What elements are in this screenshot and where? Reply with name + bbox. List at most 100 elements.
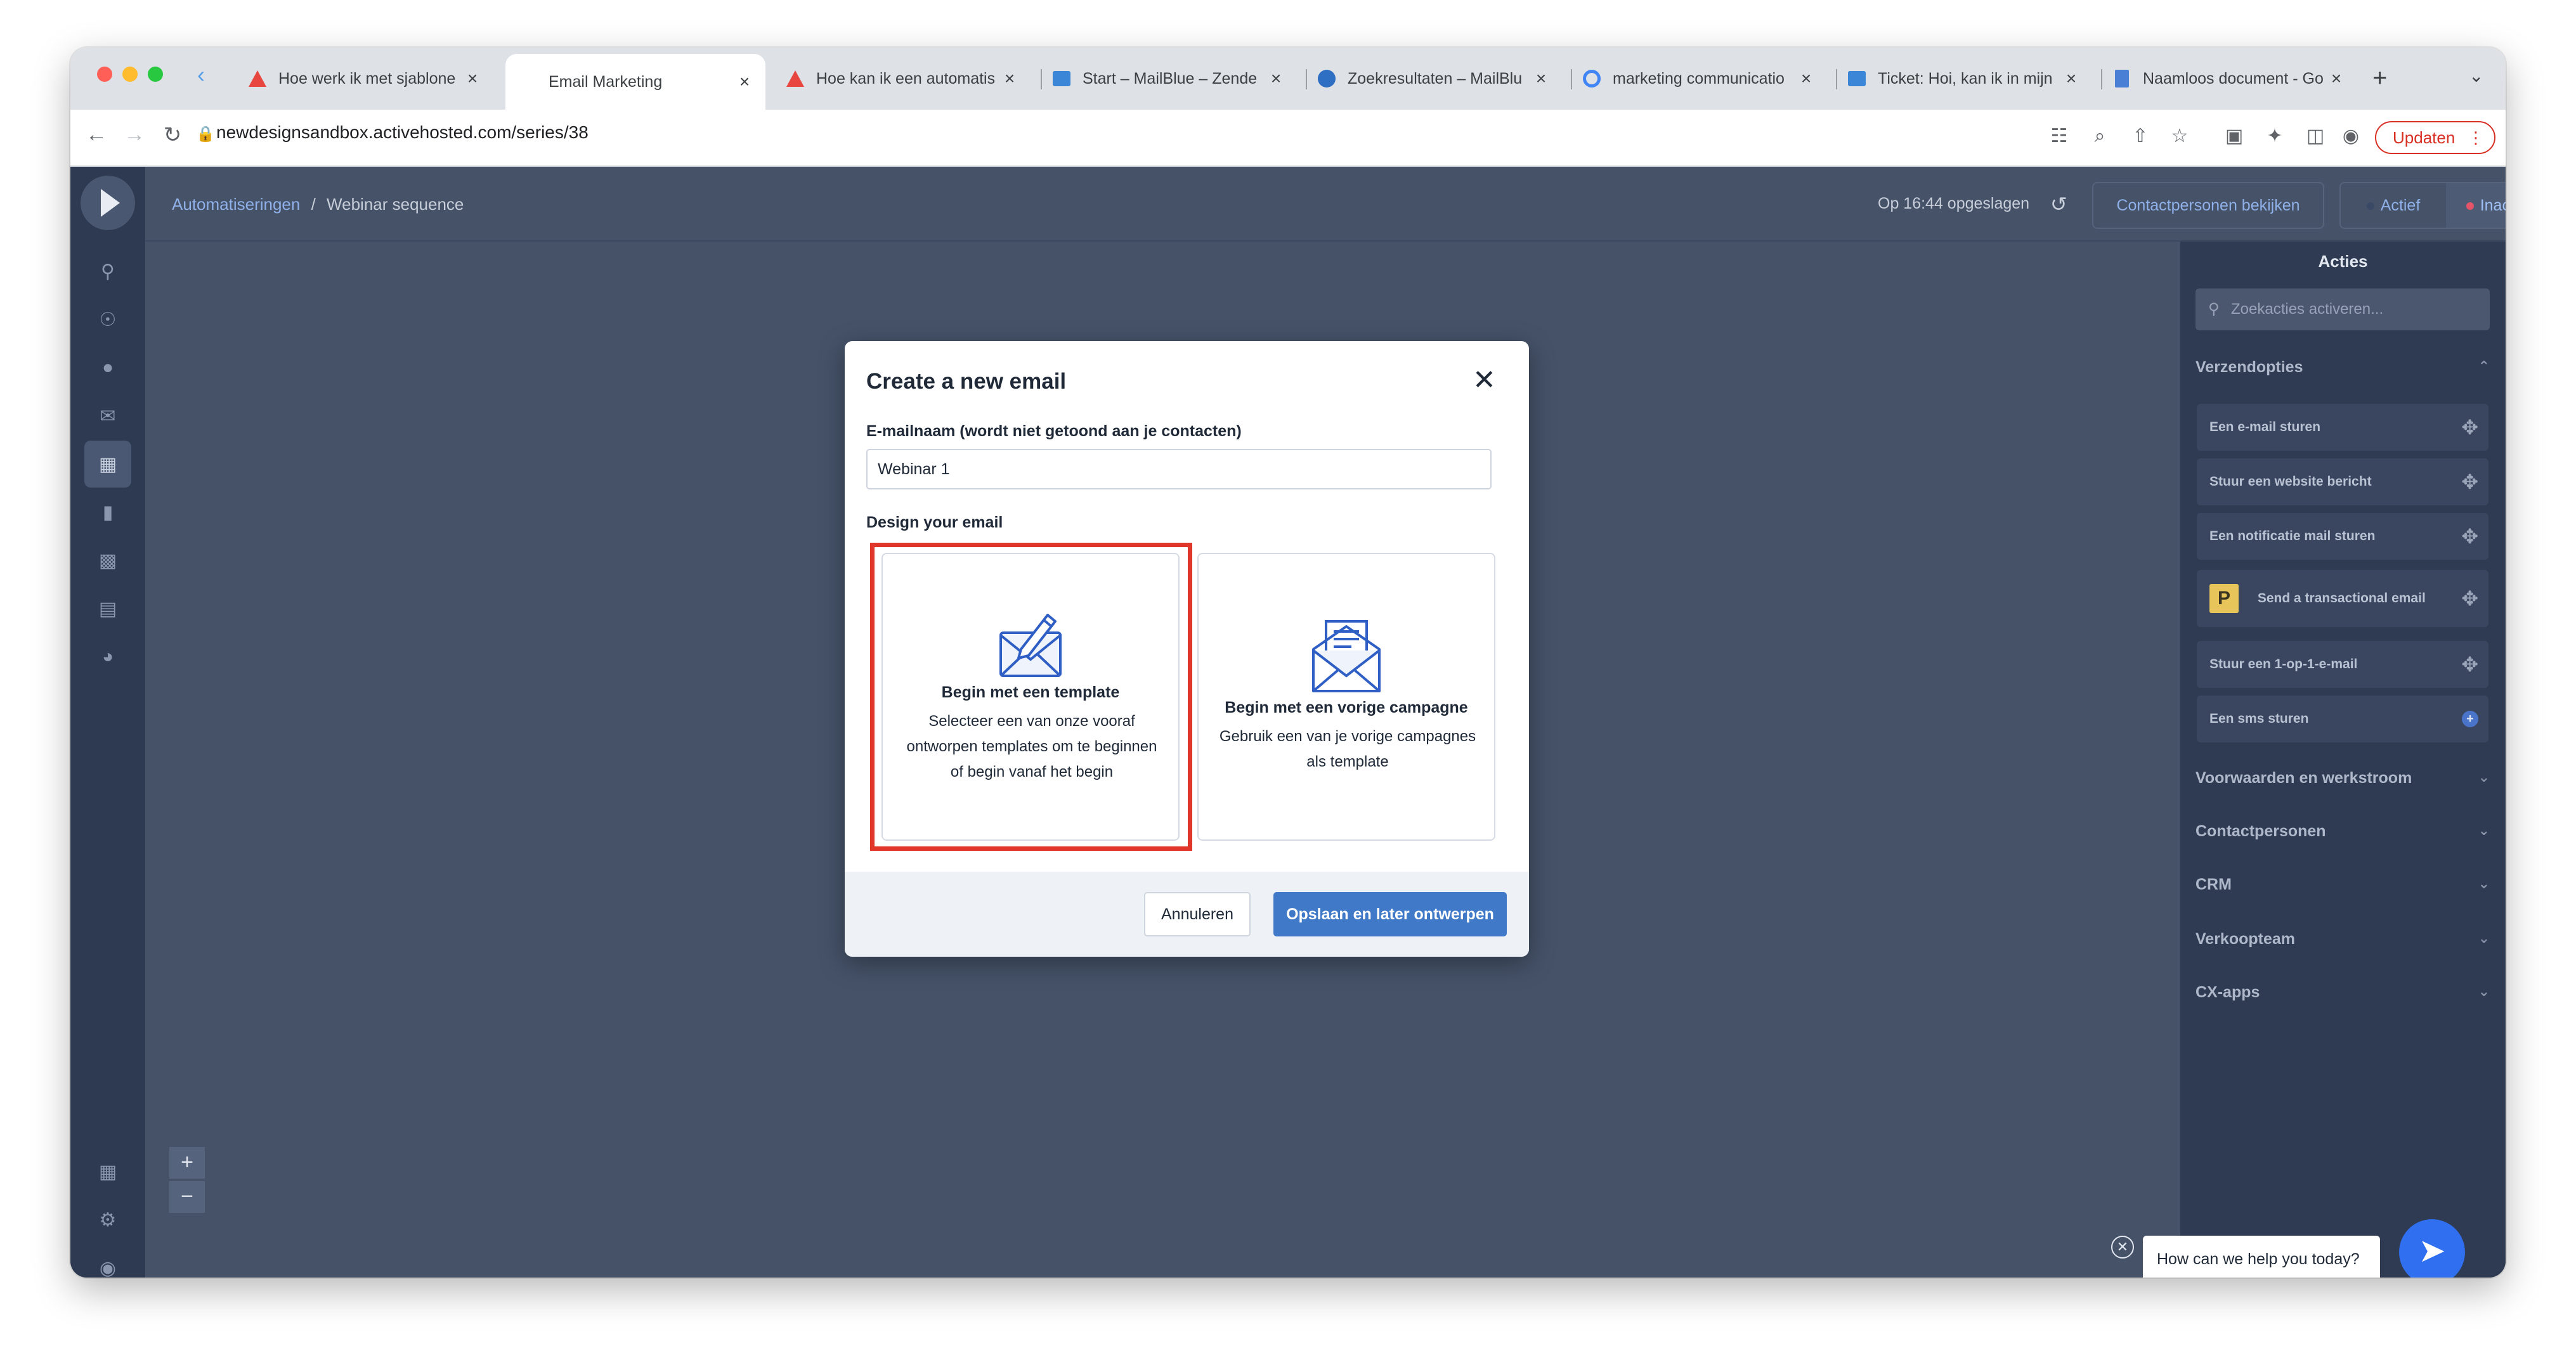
- close-tab-icon[interactable]: ×: [2327, 68, 2346, 89]
- extension-s-icon[interactable]: ▣: [2221, 124, 2247, 149]
- view-contacts-button[interactable]: Contactpersonen bekijken: [2092, 182, 2324, 229]
- close-tab-icon[interactable]: ×: [1000, 68, 1019, 89]
- apps-grid-icon[interactable]: ▦: [92, 1156, 124, 1188]
- search-icon: ⚲: [2208, 301, 2220, 318]
- automations-icon[interactable]: ▦: [84, 441, 131, 488]
- actions-search-input[interactable]: ⚲ Zoekacties activeren...: [2195, 288, 2490, 330]
- browser-tab[interactable]: Hoe kan ik een automatis ×: [774, 56, 1031, 101]
- close-tab-icon[interactable]: ×: [1266, 68, 1285, 89]
- chevron-down-icon: ⌄: [2478, 822, 2490, 838]
- conversations-icon[interactable]: ▩: [92, 545, 124, 576]
- section-verkoopteam[interactable]: Verkoopteam ⌄: [2195, 930, 2490, 948]
- browser-tab[interactable]: Ticket: Hoi, kan ik in mijn ×: [1836, 56, 2092, 101]
- panel-title: Acties: [2318, 252, 2368, 271]
- minimize-window-button[interactable]: [122, 67, 138, 82]
- tab-list-chevron-icon[interactable]: ⌄: [2469, 65, 2483, 86]
- section-verzendopties[interactable]: Verzendopties ⌃: [2195, 358, 2490, 377]
- zoom-icon[interactable]: ⌕: [2087, 124, 2112, 149]
- action-item[interactable]: Een sms sturen +: [2197, 696, 2488, 742]
- share-icon[interactable]: ⇧: [2128, 124, 2153, 149]
- drag-move-icon[interactable]: ✥: [2461, 458, 2478, 505]
- activecampaign-logo[interactable]: [81, 176, 135, 230]
- browser-tab[interactable]: Zoekresultaten – MailBlu ×: [1306, 56, 1562, 101]
- email-name-input[interactable]: [866, 449, 1492, 489]
- update-button[interactable]: Updaten ⋮: [2375, 121, 2495, 154]
- chat-prompt[interactable]: How can we help you today?: [2143, 1236, 2380, 1278]
- contacts-icon[interactable]: ●: [92, 352, 124, 384]
- cancel-button[interactable]: Annuleren: [1144, 892, 1251, 936]
- zoom-in-button[interactable]: +: [169, 1147, 205, 1179]
- chevron-down-icon: ⌄: [2478, 930, 2490, 946]
- drag-move-icon[interactable]: ✥: [2461, 641, 2478, 688]
- lock-icon[interactable]: 🔒: [196, 125, 215, 143]
- close-icon[interactable]: ✕: [1473, 366, 1496, 394]
- option-title: Begin met een vorige campagne: [1225, 699, 1468, 716]
- history-icon[interactable]: ↺: [2050, 192, 2067, 216]
- close-tab-icon[interactable]: ×: [463, 68, 482, 89]
- browser-tab[interactable]: Hoe werk ik met sjablone ×: [237, 56, 493, 101]
- action-item[interactable]: Een e-mail sturen ✥: [2197, 404, 2488, 451]
- section-voorwaarden[interactable]: Voorwaarden en werkstroom ⌄: [2195, 769, 2490, 787]
- square-icon: [1052, 69, 1071, 88]
- lightbulb-icon[interactable]: ☉: [92, 304, 124, 335]
- drag-move-icon[interactable]: ✥: [2461, 404, 2478, 451]
- google-icon: [1582, 69, 1601, 88]
- address-bar: ← → ↻ 🔒 newdesignsandbox.activehosted.co…: [70, 110, 2506, 167]
- sidepanel-icon[interactable]: ◫: [2303, 124, 2328, 149]
- warning-triangle-icon: [248, 69, 267, 88]
- back-icon[interactable]: ←: [81, 122, 112, 147]
- status-toggle: Actief Inactief: [2339, 182, 2506, 229]
- save-design-later-button[interactable]: Opslaan en later ontwerpen: [1273, 892, 1507, 936]
- lists-icon[interactable]: ▤: [92, 593, 124, 625]
- modal-footer: Annuleren Opslaan en later ontwerpen: [845, 872, 1529, 957]
- settings-gear-icon[interactable]: ⚙: [92, 1204, 124, 1236]
- drag-move-icon[interactable]: ✥: [2461, 513, 2478, 560]
- postmark-p-icon: P: [2209, 584, 2239, 614]
- tab-search-icon[interactable]: ‹: [197, 61, 224, 88]
- chevron-down-icon: ⌄: [2478, 876, 2490, 891]
- reload-icon[interactable]: ↻: [157, 122, 188, 148]
- search-icon[interactable]: ⚲: [92, 256, 124, 287]
- browser-tab-active[interactable]: Email Marketing ×: [505, 54, 765, 110]
- browser-tab[interactable]: Start – MailBlue – Zende ×: [1041, 56, 1297, 101]
- section-contactpersonen[interactable]: Contactpersonen ⌄: [2195, 822, 2490, 841]
- browser-tab[interactable]: marketing communicatio ×: [1571, 56, 1827, 101]
- warning-triangle-icon: [786, 69, 805, 88]
- zoom-out-button[interactable]: −: [169, 1181, 205, 1213]
- status-active-option[interactable]: Actief: [2341, 183, 2446, 228]
- start-with-previous-campaign-option[interactable]: Begin met een vorige campagne Gebruik ee…: [1197, 553, 1495, 841]
- breadcrumb-automations-link[interactable]: Automatiseringen: [172, 195, 300, 214]
- close-tab-icon[interactable]: ×: [2062, 68, 2081, 89]
- action-item[interactable]: Stuur een website bericht ✥: [2197, 458, 2488, 505]
- close-tab-icon[interactable]: ×: [1797, 68, 1816, 89]
- browser-window: ‹ Hoe werk ik met sjablone × Email Marke…: [70, 48, 2506, 1278]
- section-crm[interactable]: CRM ⌄: [2195, 876, 2490, 894]
- close-tab-icon[interactable]: ×: [735, 72, 754, 92]
- translate-icon[interactable]: ☷: [2046, 124, 2072, 149]
- close-chat-icon[interactable]: ✕: [2111, 1236, 2134, 1259]
- create-email-modal: Create a new email ✕ E-mailnaam (wordt n…: [845, 341, 1529, 957]
- forward-icon[interactable]: →: [119, 122, 150, 147]
- deals-icon[interactable]: ▮: [92, 496, 124, 528]
- bookmark-star-icon[interactable]: ☆: [2167, 124, 2192, 149]
- section-cx-apps[interactable]: CX-apps ⌄: [2195, 983, 2490, 1002]
- url-field[interactable]: newdesignsandbox.activehosted.com/series…: [216, 122, 589, 143]
- maximize-window-button[interactable]: [148, 67, 163, 82]
- status-inactive-option[interactable]: Inactief: [2446, 183, 2506, 228]
- reports-pie-icon[interactable]: ◕: [92, 641, 124, 673]
- doc-icon: [2112, 69, 2131, 88]
- action-item[interactable]: Stuur een 1-op-1-e-mail ✥: [2197, 641, 2488, 688]
- actions-panel: Acties ⚲ Zoekacties activeren... Verzend…: [2180, 242, 2506, 1278]
- campaigns-envelope-icon[interactable]: ✉: [92, 400, 124, 432]
- profile-avatar-icon[interactable]: ◉: [2338, 124, 2364, 149]
- action-item[interactable]: Een notificatie mail sturen ✥: [2197, 513, 2488, 560]
- account-icon[interactable]: ◉: [92, 1252, 124, 1278]
- close-window-button[interactable]: [97, 67, 112, 82]
- add-icon[interactable]: +: [2462, 711, 2478, 727]
- action-item[interactable]: P Send a transactional email ✥: [2197, 570, 2488, 627]
- new-tab-icon[interactable]: +: [2372, 64, 2387, 93]
- browser-tab[interactable]: Naamloos document - Go ×: [2101, 56, 2357, 101]
- close-tab-icon[interactable]: ×: [1532, 68, 1551, 89]
- drag-move-icon[interactable]: ✥: [2461, 570, 2478, 627]
- puzzle-icon[interactable]: ✦: [2262, 124, 2287, 149]
